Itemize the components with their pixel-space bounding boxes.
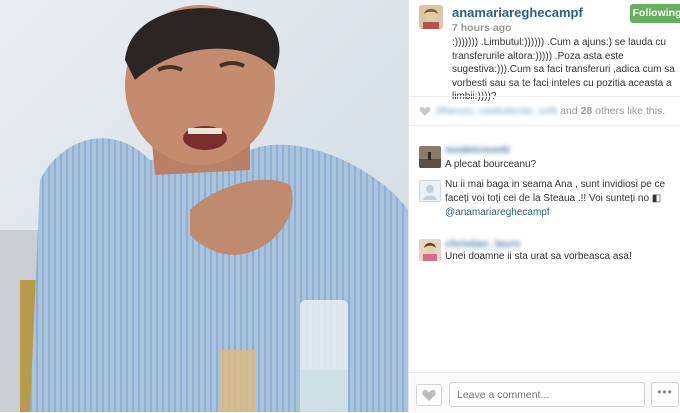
likes-count[interactable]: 28 [581, 105, 593, 117]
comment-text: Nu ii mai baga in seama Ana , sunt invid… [445, 178, 677, 220]
comment-input[interactable] [449, 382, 645, 407]
commenter-avatar-image [419, 146, 441, 168]
emoji-glyph: ◧ [649, 193, 662, 204]
comment-text: Unei doamne ii sta urat sa vorbeasca asa… [445, 251, 632, 262]
post-panel: anamariareghecampf Following 7 hours ago… [408, 0, 680, 413]
likes-others: others like this. [592, 105, 666, 117]
comment-avatar[interactable] [419, 239, 441, 261]
more-options-icon[interactable]: ••• [651, 382, 679, 407]
post-username[interactable]: anamariareghecampf [452, 5, 583, 20]
commenter-avatar-image [419, 239, 441, 261]
comment-author[interactable]: christian_laurn [445, 238, 520, 250]
following-button[interactable]: Following [630, 4, 680, 23]
avatar-image [419, 5, 443, 29]
comment-text: A plecat bourceanu? [445, 159, 537, 170]
comment-mention[interactable]: @anamariareghecampf [445, 207, 550, 218]
comment-author[interactable]: modelcovetti [445, 144, 510, 156]
post-caption: :))))))) .Limbutul:)))))) .Cum a ajuns:)… [452, 37, 675, 102]
likes-row: tiffanoni, cawkalecite, xxltt and 28 oth… [409, 96, 680, 126]
likes-and: and [557, 105, 581, 117]
like-button[interactable] [416, 384, 442, 406]
comment-body: Nu ii mai baga in seama Ana , sunt invid… [445, 179, 666, 204]
likes-text: tiffanoni, cawkalecite, xxltt and 28 oth… [436, 105, 665, 117]
heart-icon [422, 390, 436, 401]
heart-icon [419, 107, 431, 116]
default-avatar-icon [423, 185, 437, 200]
photo-image [0, 0, 408, 412]
liker-names[interactable]: tiffanoni, cawkalecite, xxltt [436, 105, 557, 117]
comment-avatar[interactable] [419, 180, 441, 202]
post-time: 7 hours ago [452, 22, 512, 34]
post-header: anamariareghecampf Following 7 hours ago… [409, 0, 680, 102]
user-avatar[interactable] [419, 5, 443, 29]
comment-avatar[interactable] [419, 146, 441, 168]
post-photo[interactable] [0, 0, 408, 412]
comment-footer: ••• [409, 372, 680, 413]
